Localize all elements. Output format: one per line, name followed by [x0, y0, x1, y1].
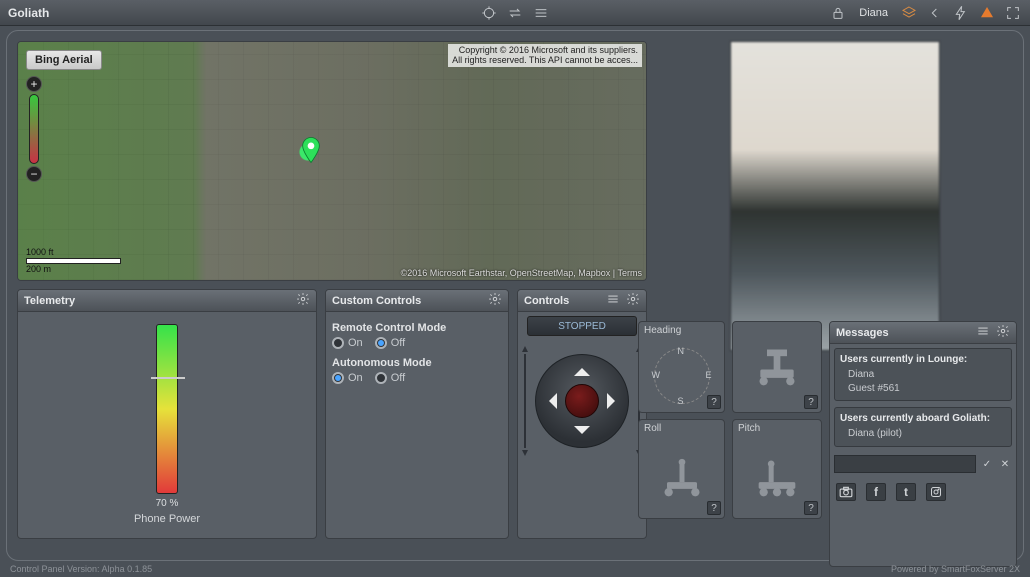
controls-status: STOPPED — [527, 316, 637, 336]
camera-icon[interactable] — [836, 483, 856, 501]
rover-front-icon — [657, 456, 707, 500]
map-copyright-line1: Copyright © 2016 Microsoft and its suppl… — [452, 45, 638, 55]
list-item: Diana — [840, 368, 1006, 382]
custom-controls-title: Custom Controls — [332, 295, 421, 307]
zoom-slider[interactable] — [29, 94, 39, 164]
menu-icon[interactable] — [532, 4, 550, 22]
map-scale: 1000 ft 200 m — [26, 247, 121, 274]
top-bar: Goliath Diana ⛰ — [0, 0, 1030, 26]
telemetry-panel: Telemetry 70 % Phone Power — [17, 289, 317, 539]
footer: Control Panel Version: Alpha 0.1.85 Powe… — [0, 561, 1030, 577]
gear-icon[interactable] — [296, 292, 310, 309]
rover-side-icon — [752, 456, 802, 500]
telemetry-title: Telemetry — [24, 295, 75, 307]
battery-gauge — [156, 324, 178, 494]
remote-mode-on[interactable]: On — [332, 337, 363, 349]
pitch-label: Pitch — [733, 420, 821, 437]
lounge-title: Users currently in Lounge: — [840, 354, 1006, 365]
map-attribution: ©2016 Microsoft Earthstar, OpenStreetMap… — [401, 268, 642, 278]
autonomous-mode-label: Autonomous Mode — [332, 357, 502, 369]
help-button[interactable]: ? — [707, 501, 721, 515]
help-button[interactable]: ? — [804, 501, 818, 515]
joystick — [523, 342, 641, 460]
messages-panel: Messages Users currently in Lounge: Dian… — [829, 321, 1017, 567]
footer-powered: Powered by SmartFoxServer 2X — [891, 564, 1020, 574]
rover-model-widget: ? — [732, 321, 822, 413]
fullscreen-icon[interactable] — [1004, 4, 1022, 22]
chevron-right-icon[interactable] — [607, 393, 623, 409]
help-button[interactable]: ? — [804, 395, 818, 409]
chevron-left-icon[interactable] — [541, 393, 557, 409]
clear-button[interactable]: ✕ — [998, 456, 1012, 472]
topbar-right-icons: Diana ⛰ — [829, 4, 1022, 22]
map-scale-m: 200 m — [26, 264, 121, 274]
lock-icon[interactable] — [829, 4, 847, 22]
gear-icon[interactable] — [626, 292, 640, 309]
map-provider-label[interactable]: Bing Aerial — [26, 50, 102, 70]
battery-percent: 70 % — [156, 498, 179, 509]
chevron-up-icon[interactable] — [574, 360, 590, 376]
camera-image — [730, 41, 940, 351]
roll-label: Roll — [639, 420, 724, 437]
heading-label: Heading — [639, 322, 724, 339]
target-icon[interactable] — [480, 4, 498, 22]
pitch-widget: Pitch ? — [732, 419, 822, 519]
gear-icon[interactable] — [488, 292, 502, 309]
flash-icon[interactable] — [952, 4, 970, 22]
aboard-users-box: Users currently aboard Goliath: Diana (p… — [834, 407, 1012, 447]
battery-level-indicator — [151, 377, 185, 379]
instagram-icon[interactable] — [926, 483, 946, 501]
message-input[interactable] — [834, 455, 976, 473]
autonomous-mode-off[interactable]: Off — [375, 372, 405, 384]
controls-title: Controls — [524, 295, 569, 307]
facebook-icon[interactable]: f — [866, 483, 886, 501]
send-button[interactable]: ✓ — [980, 456, 994, 472]
brand-icon[interactable]: ⛰ — [978, 4, 996, 22]
map-marker-icon — [301, 137, 321, 163]
rover-icon — [752, 345, 802, 389]
map-zoom-controls: + − — [26, 76, 42, 182]
controls-panel: Controls STOPPED — [517, 289, 647, 539]
map-canvas[interactable] — [18, 42, 646, 280]
app-title: Goliath — [8, 6, 49, 20]
menu-icon[interactable] — [976, 324, 990, 341]
custom-controls-panel: Custom Controls Remote Control Mode On O… — [325, 289, 509, 539]
help-button[interactable]: ? — [707, 395, 721, 409]
heading-widget: Heading N S E W ? — [638, 321, 725, 413]
username-label: Diana — [859, 7, 888, 19]
map-copyright: Copyright © 2016 Microsoft and its suppl… — [448, 44, 642, 67]
chevron-down-icon[interactable] — [574, 426, 590, 442]
map-copyright-line2: All rights reserved. This API cannot be … — [452, 55, 638, 65]
aboard-title: Users currently aboard Goliath: — [840, 413, 1006, 424]
map-scale-ft: 1000 ft — [26, 247, 121, 257]
layers-icon[interactable] — [900, 4, 918, 22]
throttle-left-icon[interactable] — [521, 344, 529, 458]
back-icon[interactable] — [926, 4, 944, 22]
main-area: Bing Aerial + − Copyright © 2016 Microso… — [6, 30, 1024, 561]
messages-title: Messages — [836, 327, 889, 339]
topbar-center-icons — [480, 4, 550, 22]
compass-icon: N S E W — [654, 348, 710, 404]
swap-icon[interactable] — [506, 4, 524, 22]
twitter-icon[interactable]: t — [896, 483, 916, 501]
gear-icon[interactable] — [996, 324, 1010, 341]
remote-mode-label: Remote Control Mode — [332, 322, 502, 334]
list-item: Diana (pilot) — [840, 427, 1006, 441]
map-panel: Bing Aerial + − Copyright © 2016 Microso… — [17, 41, 647, 281]
list-item: Guest #561 — [840, 382, 1006, 396]
battery-name: Phone Power — [134, 513, 200, 525]
menu-icon[interactable] — [606, 292, 620, 309]
footer-version: Control Panel Version: Alpha 0.1.85 — [10, 564, 152, 574]
zoom-in-button[interactable]: + — [26, 76, 42, 92]
lounge-users-box: Users currently in Lounge: Diana Guest #… — [834, 348, 1012, 401]
remote-mode-off[interactable]: Off — [375, 337, 405, 349]
autonomous-mode-on[interactable]: On — [332, 372, 363, 384]
zoom-out-button[interactable]: − — [26, 166, 42, 182]
roll-widget: Roll ? — [638, 419, 725, 519]
joystick-center[interactable] — [565, 384, 599, 418]
